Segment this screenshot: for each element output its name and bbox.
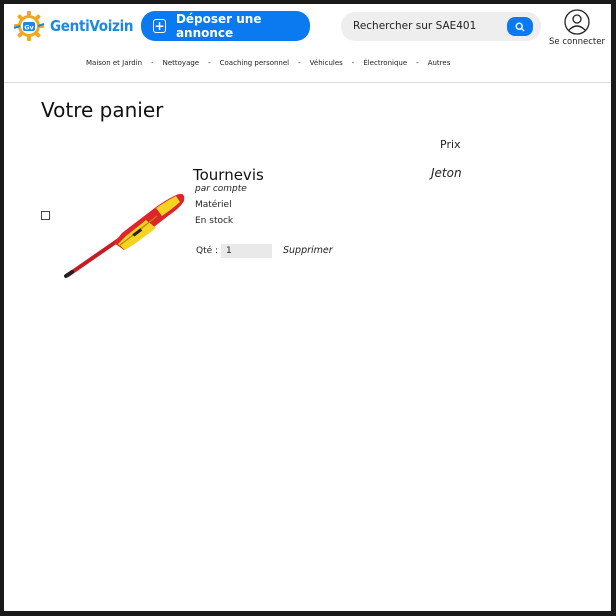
separator: - [208,59,211,67]
search-bar [341,12,541,41]
category-nav: Maison et Jardin - Nettoyage - Coaching … [86,59,450,67]
category-link-electronique[interactable]: Électronique [363,59,407,67]
category-link-nettoyage[interactable]: Nettoyage [163,59,200,67]
stock-status: En stock [195,216,234,226]
category-link-coaching[interactable]: Coaching personnel [220,59,289,67]
plus-icon: + [153,19,166,33]
logo-badge: Gv [24,24,34,32]
user-icon [564,9,590,35]
category-link-vehicules[interactable]: Véhicules [310,59,343,67]
logo-text: GentiVoizin [50,17,134,35]
product-seller: par compte [195,184,247,194]
product-name[interactable]: Tournevis [193,166,264,184]
gear-logo-icon: Gv [13,11,45,41]
seller-prefix: par [195,184,210,194]
seller-name: compte [212,184,247,194]
deposit-ad-button[interactable]: + Déposer une annonce [141,11,310,41]
page: Gv GentiVoizin + Déposer une annonce Se … [4,4,611,611]
search-icon [515,21,525,31]
separator: - [416,59,419,67]
category-link-maison-jardin[interactable]: Maison et Jardin [86,59,142,67]
category-link-autres[interactable]: Autres [428,59,451,67]
product-price: Jeton [431,166,462,180]
separator: - [351,59,355,67]
screwdriver-image [64,193,185,278]
product-category: Matériel [195,200,232,210]
page-title: Votre panier [41,98,164,122]
deposit-ad-label: Déposer une annonce [175,12,262,40]
search-button[interactable] [507,17,533,36]
quantity-label: Qté : [196,246,219,256]
logo[interactable]: Gv GentiVoizin [12,9,134,43]
price-column-header: Prix [440,138,461,151]
item-select-checkbox[interactable] [41,211,50,220]
header-divider [4,82,611,83]
quantity-input[interactable] [221,244,272,258]
delete-item-link[interactable]: Supprimer [283,245,333,256]
login-button[interactable]: Se connecter [547,9,607,47]
search-input[interactable] [353,18,503,34]
login-label: Se connecter [549,37,605,47]
separator: - [298,59,301,67]
separator: - [151,59,154,67]
